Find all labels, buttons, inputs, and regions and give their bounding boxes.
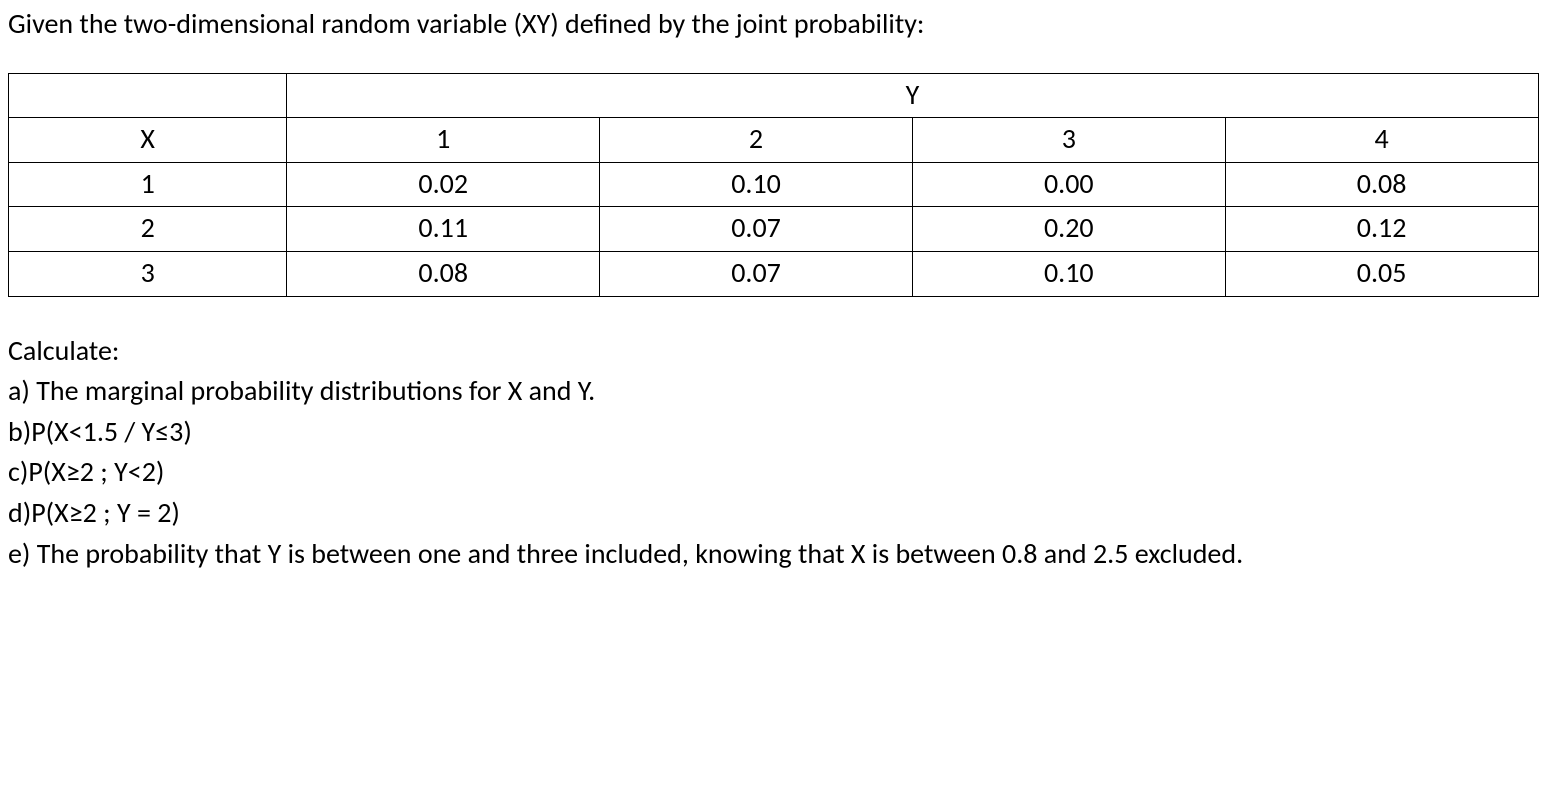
problem-intro-text: Given the two-dimensional random variabl… xyxy=(8,4,1554,45)
table-row: 2 0.11 0.07 0.20 0.12 xyxy=(9,207,1539,252)
table-cell: 0.08 xyxy=(1225,162,1538,207)
question-e: e) The probability that Y is between one… xyxy=(8,534,1554,575)
x-value: 2 xyxy=(9,207,287,252)
table-cell: 0.07 xyxy=(600,207,913,252)
question-a: a) The marginal probability distribution… xyxy=(8,371,1554,412)
table-cell: 0.05 xyxy=(1225,251,1538,296)
table-empty-corner xyxy=(9,73,287,118)
y-value-4: 4 xyxy=(1225,118,1538,163)
table-cell: 0.07 xyxy=(600,251,913,296)
table-row: Y xyxy=(9,73,1539,118)
y-axis-header: Y xyxy=(287,73,1538,118)
table-cell: 0.08 xyxy=(287,251,600,296)
page: Given the two-dimensional random variabl… xyxy=(0,0,1562,794)
x-value: 1 xyxy=(9,162,287,207)
questions-block: Calculate: a) The marginal probability d… xyxy=(8,331,1554,575)
x-value: 3 xyxy=(9,251,287,296)
y-value-3: 3 xyxy=(912,118,1225,163)
table-cell: 0.10 xyxy=(600,162,913,207)
table-cell: 0.20 xyxy=(912,207,1225,252)
y-value-1: 1 xyxy=(287,118,600,163)
table-cell: 0.00 xyxy=(912,162,1225,207)
joint-probability-table: Y X 1 2 3 4 1 0.02 0.10 0.00 0.08 2 0.11… xyxy=(8,73,1539,297)
table-cell: 0.11 xyxy=(287,207,600,252)
y-value-2: 2 xyxy=(600,118,913,163)
table-row: X 1 2 3 4 xyxy=(9,118,1539,163)
table-cell: 0.02 xyxy=(287,162,600,207)
table-cell: 0.10 xyxy=(912,251,1225,296)
table-cell: 0.12 xyxy=(1225,207,1538,252)
x-axis-header: X xyxy=(9,118,287,163)
question-d: d)P(X≥2 ; Y = 2) xyxy=(8,493,1554,534)
question-b: b)P(X<1.5 / Y≤3) xyxy=(8,412,1554,453)
calculate-label: Calculate: xyxy=(8,331,1554,372)
question-c: c)P(X≥2 ; Y<2) xyxy=(8,452,1554,493)
table-row: 3 0.08 0.07 0.10 0.05 xyxy=(9,251,1539,296)
table-row: 1 0.02 0.10 0.00 0.08 xyxy=(9,162,1539,207)
